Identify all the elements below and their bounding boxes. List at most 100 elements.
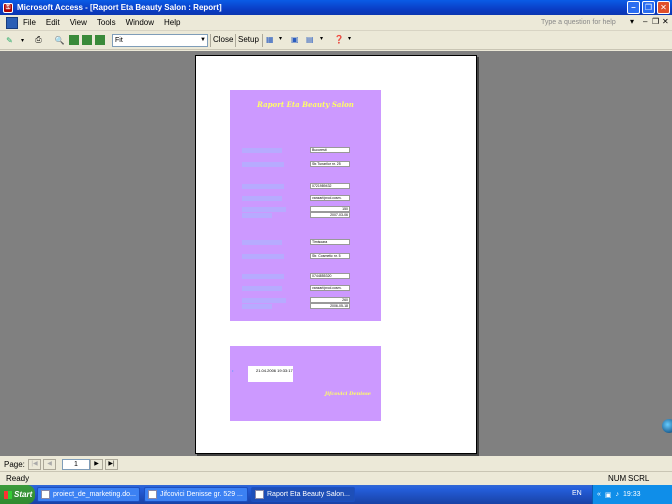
field-value-phone: 0744855320	[310, 273, 350, 279]
menu-view[interactable]: View	[70, 18, 87, 27]
volume-icon[interactable]: ♪	[616, 491, 620, 498]
menu-window[interactable]: Window	[126, 18, 154, 27]
field-value-phone: 0721989432	[310, 183, 350, 189]
last-page-icon[interactable]: ▶|	[105, 459, 118, 470]
toolbar-separator	[210, 34, 211, 47]
doc-minimize-icon[interactable]: –	[643, 17, 647, 26]
menu-edit[interactable]: Edit	[46, 18, 60, 27]
restore-icon[interactable]: ❐	[642, 1, 655, 14]
field-label	[242, 304, 272, 309]
report-page[interactable]: Raport Eta Beauty Salon Bucuresti Str.Tu…	[195, 55, 477, 454]
language-indicator[interactable]: EN	[572, 490, 582, 497]
multiple-pages-icon[interactable]	[95, 35, 105, 45]
toolbar-options-icon[interactable]: ▾	[348, 35, 351, 42]
page-navigation: Page: |◀ ◀ 1 ▶ ▶|	[0, 457, 672, 471]
clock[interactable]: 19:33	[623, 491, 641, 498]
access-key-icon: ⚿	[3, 2, 13, 13]
num-lock-indicator: NUM	[608, 474, 627, 483]
taskbar: Start proiect_de_marketing.do... Jifcovi…	[0, 485, 672, 504]
field-value-date: 2006-05-18	[310, 303, 350, 309]
field-label	[242, 254, 284, 259]
taskbar-item-label: proiect_de_marketing.do...	[53, 491, 136, 498]
access-report-icon	[255, 490, 264, 499]
window-controls: – ❐ ✕	[627, 1, 670, 14]
new-object-icon[interactable]: ▤	[306, 35, 314, 44]
zoom-value: Fit	[115, 37, 123, 44]
windows-logo-icon	[4, 490, 12, 499]
start-button[interactable]: Start	[0, 485, 35, 504]
menu-bar: File Edit View Tools Window Help Type a …	[0, 15, 672, 31]
zoom-select[interactable]: Fit ▼	[112, 34, 208, 47]
field-label	[242, 196, 282, 201]
taskbar-item-label: Raport Eta Beauty Salon...	[267, 491, 350, 498]
menu-tools[interactable]: Tools	[97, 18, 116, 27]
field-label	[242, 274, 284, 279]
new-object-dropdown-icon[interactable]: ▾	[320, 35, 323, 42]
doc-close-icon[interactable]: ✕	[662, 17, 669, 26]
field-value-city: Bucuresti	[310, 147, 350, 153]
first-page-icon[interactable]: |◀	[28, 459, 41, 470]
help-icon[interactable]: ❓	[334, 35, 344, 44]
chevron-down-icon[interactable]: ▼	[200, 35, 206, 46]
system-tray: « ▣ ♪ 19:33	[592, 485, 672, 504]
setup-button[interactable]: Setup	[238, 35, 259, 44]
toolbar-separator	[262, 34, 263, 47]
start-label: Start	[14, 490, 33, 499]
taskbar-item-marketing-doc[interactable]: proiect_de_marketing.do...	[37, 487, 140, 502]
menu-file[interactable]: File	[23, 18, 36, 27]
globe-icon	[662, 419, 672, 433]
field-value-address: Str. Cosmetic nr. 5	[310, 253, 350, 259]
taskbar-item-jifcovici-db[interactable]: Jifcovici Denisse gr. 529 ...	[144, 487, 248, 502]
print-preview-toolbar: ✎ ▾ ⎙ 🔍 Fit ▼ Close Setup ▦ ▾ ▣ ▤ ▾ ❓ ▾	[0, 31, 672, 50]
title-bar: ⚿ Microsoft Access - [Raport Eta Beauty …	[0, 0, 672, 15]
field-label	[242, 148, 282, 153]
tray-expand-icon[interactable]: «	[597, 491, 601, 498]
page-number-input[interactable]: 1	[62, 459, 90, 470]
page-label: Page:	[4, 459, 25, 469]
window-title: Microsoft Access - [Raport Eta Beauty Sa…	[17, 3, 222, 12]
field-label	[242, 207, 286, 212]
help-question-input[interactable]: Type a question for help	[541, 17, 626, 29]
close-icon[interactable]: ✕	[657, 1, 670, 14]
zoom-icon[interactable]: 🔍	[53, 34, 66, 47]
field-label	[242, 184, 284, 189]
field-value-address: Str.Tunarilor nr. 25	[310, 161, 350, 167]
view-icon[interactable]: ✎	[3, 34, 16, 47]
footer-author: Jifcovici Denisse	[324, 391, 371, 397]
database-window-icon[interactable]: ▣	[291, 35, 299, 44]
help-dropdown-icon[interactable]: ▾	[630, 17, 634, 26]
close-button[interactable]: Close	[213, 35, 233, 44]
field-value-activity: vanzari/prod.cosm.	[310, 195, 350, 201]
field-value-city: Timisoara	[310, 239, 350, 245]
field-label	[242, 286, 282, 291]
print-icon[interactable]: ⎙	[32, 34, 45, 47]
office-links-dropdown-icon[interactable]: ▾	[279, 35, 282, 42]
report-footer-section: • 21.04.2006 19:33:17 Jifcovici Denisse	[230, 346, 381, 421]
word-document-icon	[41, 490, 50, 499]
minimize-icon[interactable]: –	[627, 1, 640, 14]
toolbar-separator	[235, 34, 236, 47]
office-links-icon[interactable]: ▦	[266, 35, 274, 44]
menu-help[interactable]: Help	[164, 18, 180, 27]
next-page-icon[interactable]: ▶	[90, 459, 103, 470]
report-document-icon[interactable]	[6, 16, 18, 29]
report-title: Raport Eta Beauty Salon	[257, 100, 354, 109]
preview-workspace[interactable]: Raport Eta Beauty Salon Bucuresti Str.Tu…	[0, 51, 672, 456]
scroll-lock-indicator: SCRL	[628, 474, 650, 483]
doc-restore-icon[interactable]: ❐	[652, 17, 659, 26]
field-label	[242, 240, 282, 245]
field-label	[242, 213, 272, 218]
field-label	[242, 298, 286, 303]
view-dropdown-icon[interactable]: ▾	[16, 34, 29, 47]
report-detail-section: Raport Eta Beauty Salon Bucuresti Str.Tu…	[230, 90, 381, 321]
status-text: Ready	[6, 474, 30, 483]
previous-page-icon[interactable]: ◀	[43, 459, 56, 470]
access-database-icon	[148, 490, 157, 499]
field-value-activity: vanzari/prod.cosm.	[310, 285, 350, 291]
two-pages-icon[interactable]	[82, 35, 92, 45]
taskbar-item-report[interactable]: Raport Eta Beauty Salon...	[251, 487, 355, 502]
footer-marker: •	[232, 368, 234, 373]
network-icon[interactable]: ▣	[605, 491, 612, 499]
one-page-icon[interactable]	[69, 35, 79, 45]
field-value-date: 2007-03-06	[310, 212, 350, 218]
